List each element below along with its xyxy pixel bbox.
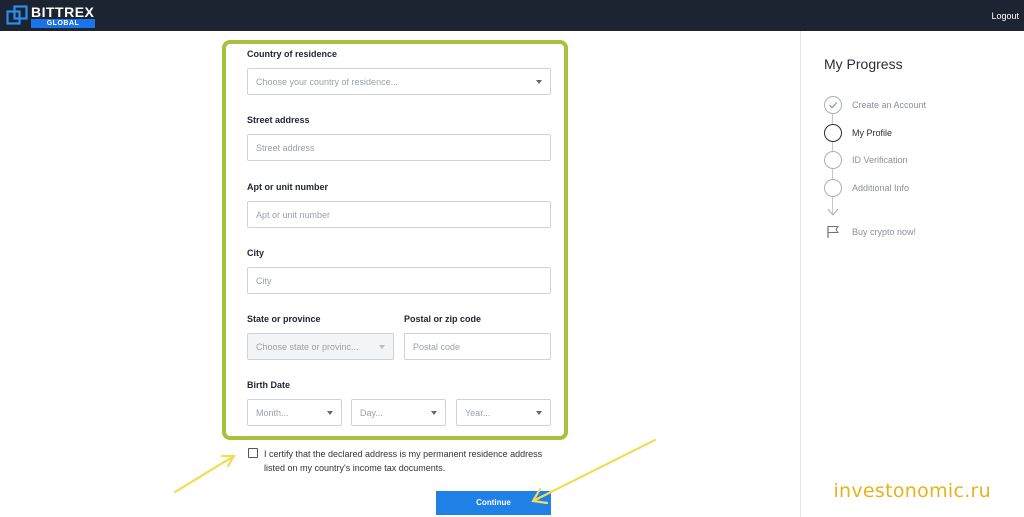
certify-checkbox[interactable] xyxy=(248,448,258,458)
chevron-down-icon xyxy=(379,345,385,349)
birth-date-label: Birth Date xyxy=(247,380,291,390)
step-id-verification: ID Verification xyxy=(852,155,908,165)
state-placeholder: Choose state or provinc... xyxy=(256,342,359,352)
country-label: Country of residence xyxy=(247,49,338,59)
country-placeholder: Choose your country of residence... xyxy=(256,77,399,87)
top-navigation-bar: BITTREX GLOBAL Logout xyxy=(0,0,1024,31)
year-placeholder: Year... xyxy=(465,408,491,418)
apt-placeholder: Apt or unit number xyxy=(256,210,331,220)
continue-button[interactable]: Continue xyxy=(436,491,551,515)
city-placeholder: City xyxy=(256,276,272,286)
annotation-arrow-checkbox xyxy=(173,454,236,494)
site-watermark: investonomic.ru xyxy=(833,480,991,502)
apt-label: Apt or unit number xyxy=(247,182,328,192)
chevron-down-icon xyxy=(536,80,542,84)
step-buy-crypto: Buy crypto now! xyxy=(852,227,917,237)
annotation-arrowhead-checkbox xyxy=(220,454,236,468)
bittrex-logo[interactable]: BITTREX GLOBAL xyxy=(6,4,96,28)
chevron-down-icon xyxy=(327,411,333,415)
logout-link[interactable]: Logout xyxy=(991,11,1019,21)
step-pending-circle xyxy=(824,151,842,169)
step-additional-info: Additional Info xyxy=(852,183,910,193)
step-my-profile: My Profile xyxy=(852,128,893,138)
step-done-circle xyxy=(824,96,842,114)
chevron-down-icon xyxy=(431,411,437,415)
postal-label: Postal or zip code xyxy=(404,314,482,324)
progress-title: My Progress xyxy=(824,56,903,72)
flag-icon xyxy=(827,226,839,238)
street-placeholder: Street address xyxy=(256,143,315,153)
check-icon xyxy=(829,102,838,109)
birth-month-select[interactable]: Month... xyxy=(247,399,342,426)
birth-year-select[interactable]: Year... xyxy=(456,399,551,426)
step-current-circle xyxy=(824,124,842,142)
city-label: City xyxy=(247,248,265,258)
month-placeholder: Month... xyxy=(256,408,289,418)
brand-name: BITTREX xyxy=(31,4,95,20)
state-label: State or province xyxy=(247,314,321,324)
panel-divider xyxy=(800,31,801,517)
street-label: Street address xyxy=(247,115,310,125)
step-pending-circle xyxy=(824,179,842,197)
step-create-account: Create an Account xyxy=(852,100,927,110)
brand-subtitle: GLOBAL xyxy=(31,19,95,28)
apt-input[interactable]: Apt or unit number xyxy=(247,201,551,228)
street-input[interactable]: Street address xyxy=(247,134,551,161)
day-placeholder: Day... xyxy=(360,408,383,418)
city-input[interactable]: City xyxy=(247,267,551,294)
certify-text: I certify that the declared address is m… xyxy=(264,449,543,473)
birth-day-select[interactable]: Day... xyxy=(351,399,446,426)
chevron-down-icon xyxy=(536,411,542,415)
arrow-down-icon xyxy=(827,208,839,216)
state-select[interactable]: Choose state or provinc... xyxy=(247,333,394,360)
postal-placeholder: Postal code xyxy=(413,342,461,352)
bittrex-logo-icon xyxy=(6,5,28,25)
postal-input[interactable]: Postal code xyxy=(404,333,551,360)
country-select[interactable]: Choose your country of residence... xyxy=(247,68,551,95)
